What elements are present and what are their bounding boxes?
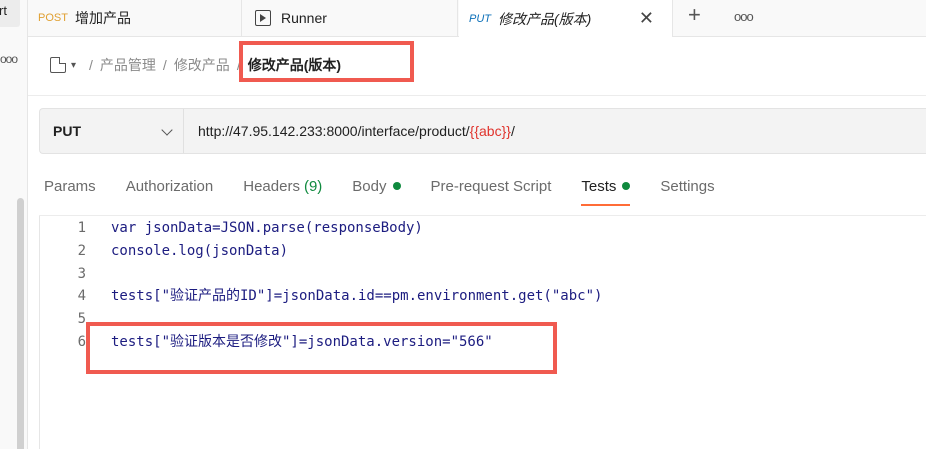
tab-pre-request-script[interactable]: Pre-request Script: [431, 172, 552, 200]
line-number: 1: [77, 220, 86, 236]
tab-authorization[interactable]: Authorization: [126, 172, 214, 200]
chevron-down-icon: [161, 124, 173, 136]
headers-count: (9): [303, 177, 323, 195]
request-tabs: Params Authorization Headers (9) Body Pre…: [44, 172, 745, 206]
breadcrumb-item-folder[interactable]: 修改产品: [174, 55, 230, 75]
chevron-down-icon[interactable]: ▾: [71, 60, 76, 71]
method-value: PUT: [53, 123, 81, 139]
highlight-box-title: [239, 41, 414, 82]
tab-label: Pre-request Script: [430, 177, 552, 195]
code-line: 2 console.log(jsonData): [40, 240, 926, 263]
add-tab-icon[interactable]: +: [688, 2, 701, 28]
tab-label: Runner: [281, 10, 327, 26]
tab-method-put: PUT: [469, 12, 491, 25]
request-icon[interactable]: [50, 57, 66, 73]
request-bar: PUT http://47.95.142.233:8000/interface/…: [39, 108, 926, 154]
tab-headers[interactable]: Headers (9): [243, 172, 322, 200]
line-number: 3: [77, 265, 86, 282]
tab-label: Authorization: [125, 177, 214, 195]
url-text-suffix: /: [510, 123, 515, 139]
breadcrumb-separator: /: [89, 57, 93, 73]
breadcrumb-separator: /: [162, 57, 167, 73]
method-select[interactable]: PUT: [40, 109, 184, 153]
tab-label: Params: [44, 177, 96, 195]
tab-label: Tests: [581, 177, 617, 195]
line-number: 2: [77, 242, 86, 259]
tab-label: 修改产品(版本): [498, 10, 592, 27]
code-line: 3: [40, 263, 926, 286]
runner-icon: [255, 10, 271, 26]
tab-method-post: POST: [38, 12, 68, 24]
breadcrumb-item-collection[interactable]: 产品管理: [100, 55, 156, 75]
line-number: 6: [77, 333, 86, 350]
highlight-box-code: [86, 322, 557, 374]
divider: [39, 215, 926, 216]
line-number: 5: [77, 311, 86, 328]
tab-post-add-product[interactable]: POST 增加产品: [28, 0, 242, 36]
code-text[interactable]: console.log(jsonData): [111, 240, 288, 263]
status-dot-icon: [622, 182, 631, 190]
tab-put-edit-product[interactable]: PUT 修改产品(版本) ✕: [459, 0, 673, 37]
code-line: 4 tests["验证产品的ID"]=jsonData.id==pm.enviro…: [40, 285, 926, 308]
code-text[interactable]: var jsonData=JSON.parse(responseBody): [111, 217, 423, 240]
code-line: 1 var jsonData=JSON.parse(responseBody): [40, 217, 926, 240]
url-text: http://47.95.142.233:8000/interface/prod…: [198, 123, 470, 139]
more-tabs-icon[interactable]: ooo: [734, 9, 754, 24]
tab-params[interactable]: Params: [44, 172, 96, 200]
tab-label: Settings: [660, 177, 715, 195]
close-icon[interactable]: ✕: [639, 9, 654, 27]
sidebar-scrollbar[interactable]: [17, 198, 24, 449]
sidebar-more-icon[interactable]: ooo: [0, 52, 22, 66]
code-text[interactable]: tests["验证产品的ID"]=jsonData.id==pm.environ…: [111, 285, 602, 308]
url-input[interactable]: http://47.95.142.233:8000/interface/prod…: [198, 109, 515, 153]
tab-tests[interactable]: Tests: [581, 172, 631, 206]
divider: [28, 95, 926, 96]
tab-label: 增加产品: [74, 10, 131, 26]
tab-body[interactable]: Body: [352, 172, 401, 200]
tab-label: Body: [352, 177, 387, 195]
tab-runner[interactable]: Runner: [243, 0, 458, 36]
sidebar-tab[interactable]: rt: [0, 0, 20, 27]
line-number: 4: [77, 288, 86, 305]
status-dot-icon: [392, 182, 401, 190]
tab-bar: POST 增加产品 Runner PUT 修改产品(版本) ✕ + ooo: [28, 0, 926, 37]
tab-settings[interactable]: Settings: [660, 172, 714, 200]
url-variable: {{abc}}: [469, 123, 511, 139]
tab-label: Headers: [243, 177, 300, 195]
